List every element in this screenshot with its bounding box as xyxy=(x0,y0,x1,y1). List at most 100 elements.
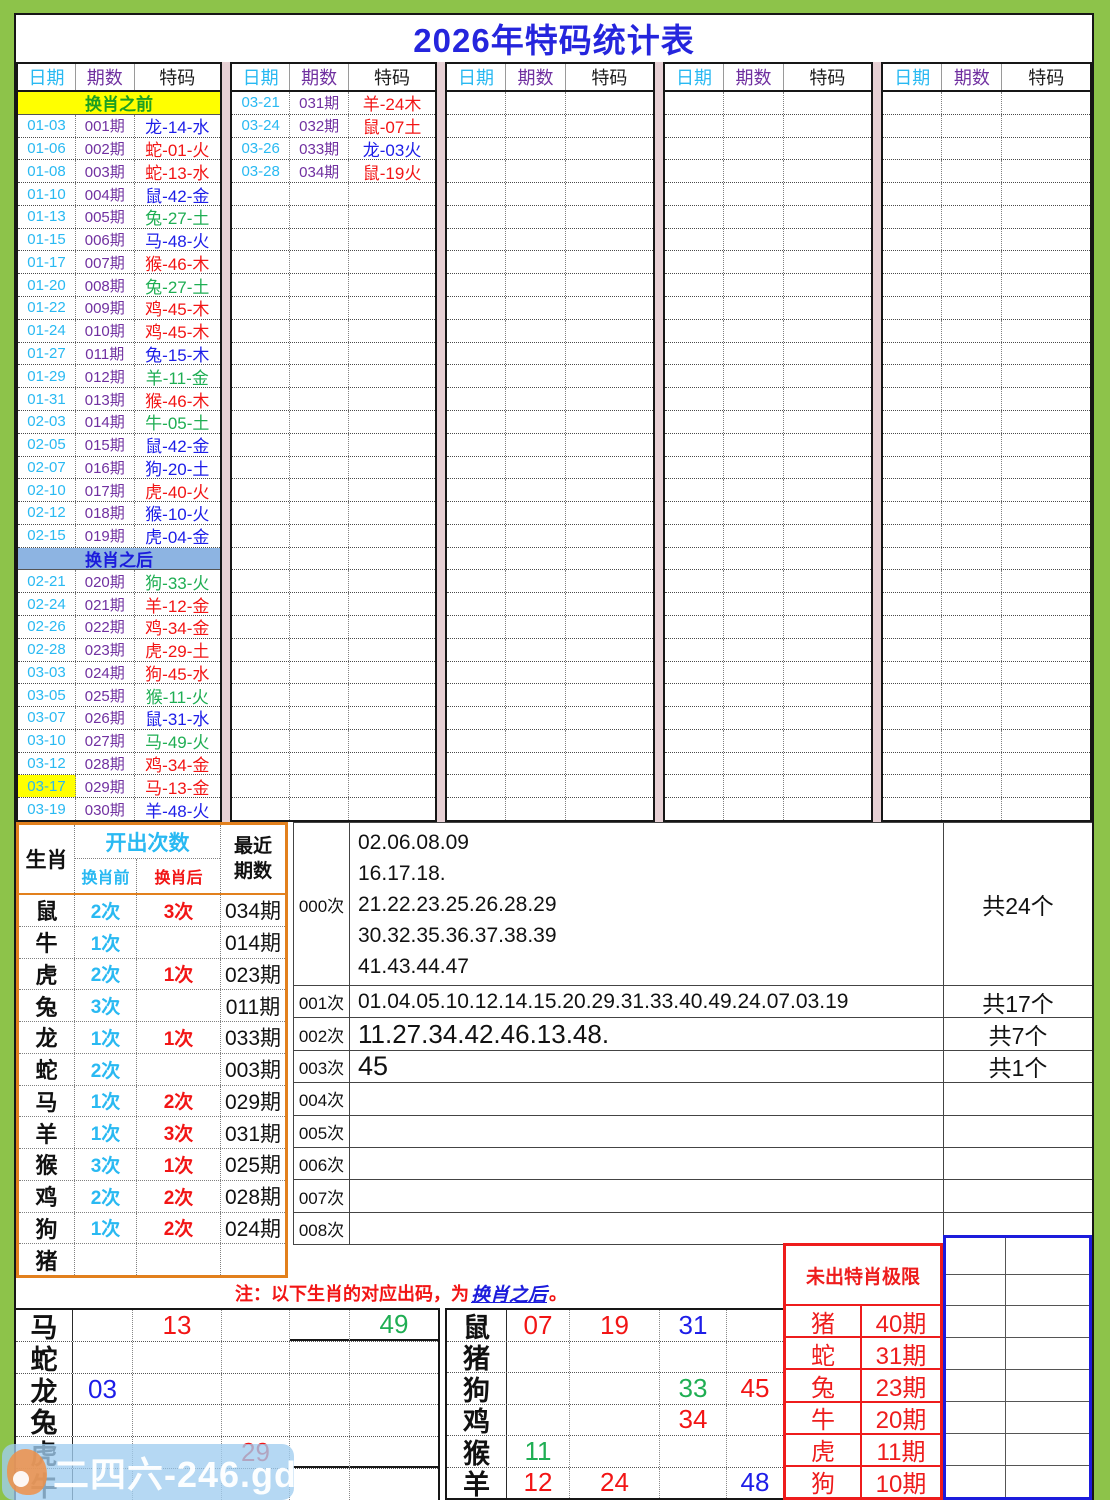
limit-row: 虎11期 xyxy=(786,1435,940,1467)
period-cell xyxy=(290,183,349,205)
period-cell xyxy=(942,457,1002,479)
bottom-zodiac-cell: 龙 xyxy=(16,1374,73,1405)
period-cell xyxy=(942,707,1002,729)
date-cell xyxy=(232,479,290,501)
record-row xyxy=(447,388,653,411)
period-cell xyxy=(724,684,784,706)
page-title: 2026年特码统计表 xyxy=(16,15,1092,61)
date-cell xyxy=(232,365,290,387)
record-row: 01-03001期龙-14-水 xyxy=(18,115,220,138)
bottom-value-cell xyxy=(290,1405,350,1436)
code-cell: 鸡-45-木 xyxy=(135,320,220,342)
count-row: 003次45共1个 xyxy=(293,1051,1092,1083)
period-cell xyxy=(290,365,349,387)
date-cell xyxy=(447,229,506,251)
code-cell xyxy=(349,434,435,456)
bottom-value-cell xyxy=(73,1310,133,1341)
record-row xyxy=(447,502,653,525)
date-cell xyxy=(665,502,724,524)
count-label: 008次 xyxy=(293,1213,350,1244)
period-cell xyxy=(942,639,1002,661)
note-link[interactable]: 换肖之后 xyxy=(471,1280,547,1307)
date-cell xyxy=(447,525,506,547)
zodiac-stats-row: 龙1次1次033期 xyxy=(19,1022,285,1054)
record-row: 03-28034期鼠-19火 xyxy=(232,160,435,183)
record-row xyxy=(447,457,653,480)
date-cell: 02-10 xyxy=(18,479,76,501)
period-cell xyxy=(724,343,784,365)
date-cell xyxy=(665,548,724,570)
count-row: 005次 xyxy=(293,1116,1092,1148)
after-count-cell xyxy=(137,1244,221,1275)
blue-box-cell xyxy=(1006,1370,1089,1401)
record-row: 03-19030期羊-48-火 xyxy=(18,798,220,820)
code-cell xyxy=(784,343,871,365)
count-total xyxy=(943,1083,1092,1114)
period-cell xyxy=(724,457,784,479)
limit-period-cell: 10期 xyxy=(862,1467,940,1497)
bottom-value-cell xyxy=(660,1342,727,1373)
zodiac-stats-row: 猴3次1次025期 xyxy=(19,1149,285,1181)
date-cell xyxy=(665,297,724,319)
recent-period-header: 最近 期数 xyxy=(221,825,285,893)
blue-box-cell xyxy=(946,1306,1006,1337)
code-cell xyxy=(784,593,871,615)
period-cell xyxy=(942,160,1002,182)
period-cell: 024期 xyxy=(76,662,135,684)
date-cell xyxy=(232,320,290,342)
record-row xyxy=(232,798,435,820)
count-total xyxy=(943,1180,1092,1211)
record-row xyxy=(232,251,435,274)
code-cell xyxy=(1002,775,1090,797)
record-row xyxy=(883,730,1090,753)
period-cell: 005期 xyxy=(76,206,135,228)
recent-header-line1: 最近 xyxy=(234,834,272,859)
period-cell xyxy=(290,570,349,592)
code-cell xyxy=(349,548,435,570)
record-row xyxy=(665,593,871,616)
blue-box-row xyxy=(946,1338,1089,1370)
record-row xyxy=(665,343,871,366)
date-cell: 02-03 xyxy=(18,411,76,433)
bottom-value-cell xyxy=(222,1342,290,1373)
code-cell xyxy=(566,297,653,319)
period-cell xyxy=(290,502,349,524)
record-row xyxy=(883,502,1090,525)
code-cell xyxy=(784,662,871,684)
record-row: 02-24021期羊-12-金 xyxy=(18,593,220,616)
zodiac-cell: 龙 xyxy=(19,1022,75,1053)
code-cell xyxy=(349,570,435,592)
period-cell xyxy=(506,115,566,137)
code-cell xyxy=(566,479,653,501)
count-label: 003次 xyxy=(293,1051,350,1082)
code-cell: 马-49-火 xyxy=(135,730,220,752)
section-divider: 换肖之后 xyxy=(18,548,220,571)
column-header-period: 期数 xyxy=(942,64,1002,90)
record-row: 02-05015期鼠-42-金 xyxy=(18,434,220,457)
period-cell xyxy=(724,548,784,570)
period-cell xyxy=(506,411,566,433)
date-cell xyxy=(665,457,724,479)
count-numbers-line: 11.27.34.42.46.13.48. xyxy=(358,1019,943,1050)
record-row xyxy=(883,183,1090,206)
date-cell xyxy=(447,365,506,387)
period-cell xyxy=(290,274,349,296)
record-row xyxy=(665,251,871,274)
record-row xyxy=(883,411,1090,434)
date-cell xyxy=(447,798,506,820)
after-count-cell: 1次 xyxy=(137,1149,221,1180)
count-row: 002次11.27.34.42.46.13.48.共7个 xyxy=(293,1018,1092,1050)
date-cell: 01-22 xyxy=(18,297,76,319)
after-count-cell: 2次 xyxy=(137,1213,221,1244)
recent-period-cell: 003期 xyxy=(221,1054,285,1085)
record-row xyxy=(665,92,871,115)
date-cell xyxy=(447,548,506,570)
period-cell xyxy=(506,570,566,592)
record-row xyxy=(883,206,1090,229)
bottom-row: 猴11 xyxy=(447,1436,783,1468)
date-cell xyxy=(447,115,506,137)
zodiac-stats-header: 生肖 开出次数 换肖前 换肖后 最近 期数 xyxy=(19,825,285,895)
record-row xyxy=(447,434,653,457)
record-row xyxy=(232,229,435,252)
group-separator xyxy=(655,62,663,822)
